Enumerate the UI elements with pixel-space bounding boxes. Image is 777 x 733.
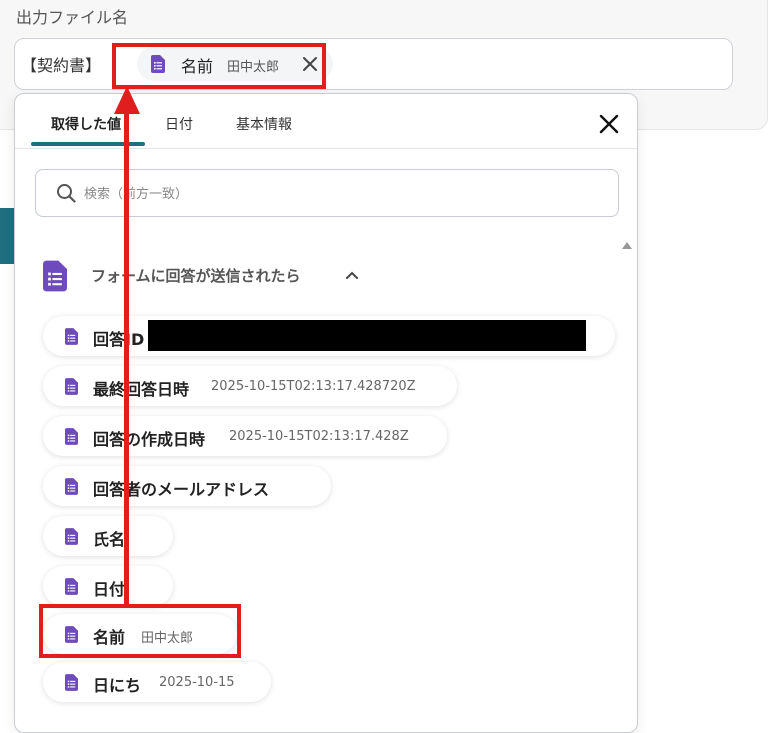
search-box[interactable] (35, 169, 619, 217)
close-icon[interactable] (597, 112, 621, 136)
item-value: 2025-10-15T02:13:17.428720Z (211, 379, 416, 394)
filename-prefix-text: 【契約書】 (21, 56, 102, 75)
google-forms-doc-icon (65, 428, 78, 445)
item-value: 田中太郎 (141, 631, 194, 646)
picker-tabs: 取得した値 日付 基本情報 (15, 94, 637, 149)
item-value: 2025-10-15T02:13:17.428Z (229, 429, 409, 444)
list-item-last-response-time[interactable]: 最終回答日時 2025-10-15T02:13:17.428720Z (43, 366, 457, 406)
list-item-response-created-time[interactable]: 回答の作成日時 2025-10-15T02:13:17.428Z (43, 416, 447, 456)
group-label: フォームに回答が送信されたら (91, 267, 301, 285)
background-button-edge (0, 208, 14, 264)
list-item-date[interactable]: 日付 (43, 566, 173, 606)
item-label: 回答ID (93, 330, 145, 349)
close-icon[interactable] (301, 55, 319, 73)
search-input[interactable] (82, 182, 606, 206)
google-forms-doc-icon (151, 55, 165, 73)
tab-date[interactable]: 日付 (165, 114, 193, 134)
chevron-up-icon[interactable] (345, 270, 359, 280)
item-value: 2025-10-15 (159, 675, 235, 690)
item-label: 回答者のメールアドレス (93, 480, 270, 499)
google-forms-doc-icon (65, 478, 78, 495)
list-item-name[interactable]: 名前 田中太郎 (43, 614, 237, 654)
google-forms-doc-icon (65, 378, 78, 395)
item-label: 回答の作成日時 (93, 430, 206, 449)
annotation-arrow-shaft (124, 112, 129, 608)
list-item-full-name[interactable]: 氏名 (43, 516, 173, 556)
item-label: 日付 (93, 580, 126, 599)
list-item-respondent-email[interactable]: 回答者のメールアドレス (43, 466, 331, 506)
chip-value: 田中太郎 (227, 60, 280, 75)
item-label: 最終回答日時 (93, 380, 190, 399)
tab-acquired-values[interactable]: 取得した値 (51, 114, 121, 134)
google-forms-doc-icon (43, 260, 67, 292)
google-forms-doc-icon (65, 674, 78, 691)
tab-basic-info[interactable]: 基本情報 (236, 114, 292, 134)
scroll-up-arrow[interactable] (622, 242, 632, 249)
google-forms-doc-icon (65, 626, 78, 643)
trigger-group-header[interactable]: フォームに回答が送信されたら (43, 260, 443, 292)
variable-picker-dropdown: 取得した値 日付 基本情報 フォームに回答が送信されたら 回答ID (14, 93, 638, 733)
list-item-day[interactable]: 日にち 2025-10-15 (43, 662, 271, 702)
item-label: 氏名 (93, 530, 126, 549)
item-label: 日にち (93, 676, 142, 695)
search-icon (57, 184, 76, 203)
output-filename-field[interactable]: 【契約書】 名前 田中太郎 (14, 38, 733, 90)
google-forms-doc-icon (65, 528, 78, 545)
annotation-arrow-head (114, 86, 140, 114)
google-forms-doc-icon (65, 578, 78, 595)
item-label: 名前 (93, 628, 126, 647)
google-forms-doc-icon (65, 328, 78, 345)
variable-chip-name[interactable]: 名前 田中太郎 (137, 47, 333, 81)
chip-label: 名前 (181, 57, 214, 76)
output-filename-label: 出力ファイル名 (16, 8, 129, 27)
redacted-value (148, 320, 586, 351)
